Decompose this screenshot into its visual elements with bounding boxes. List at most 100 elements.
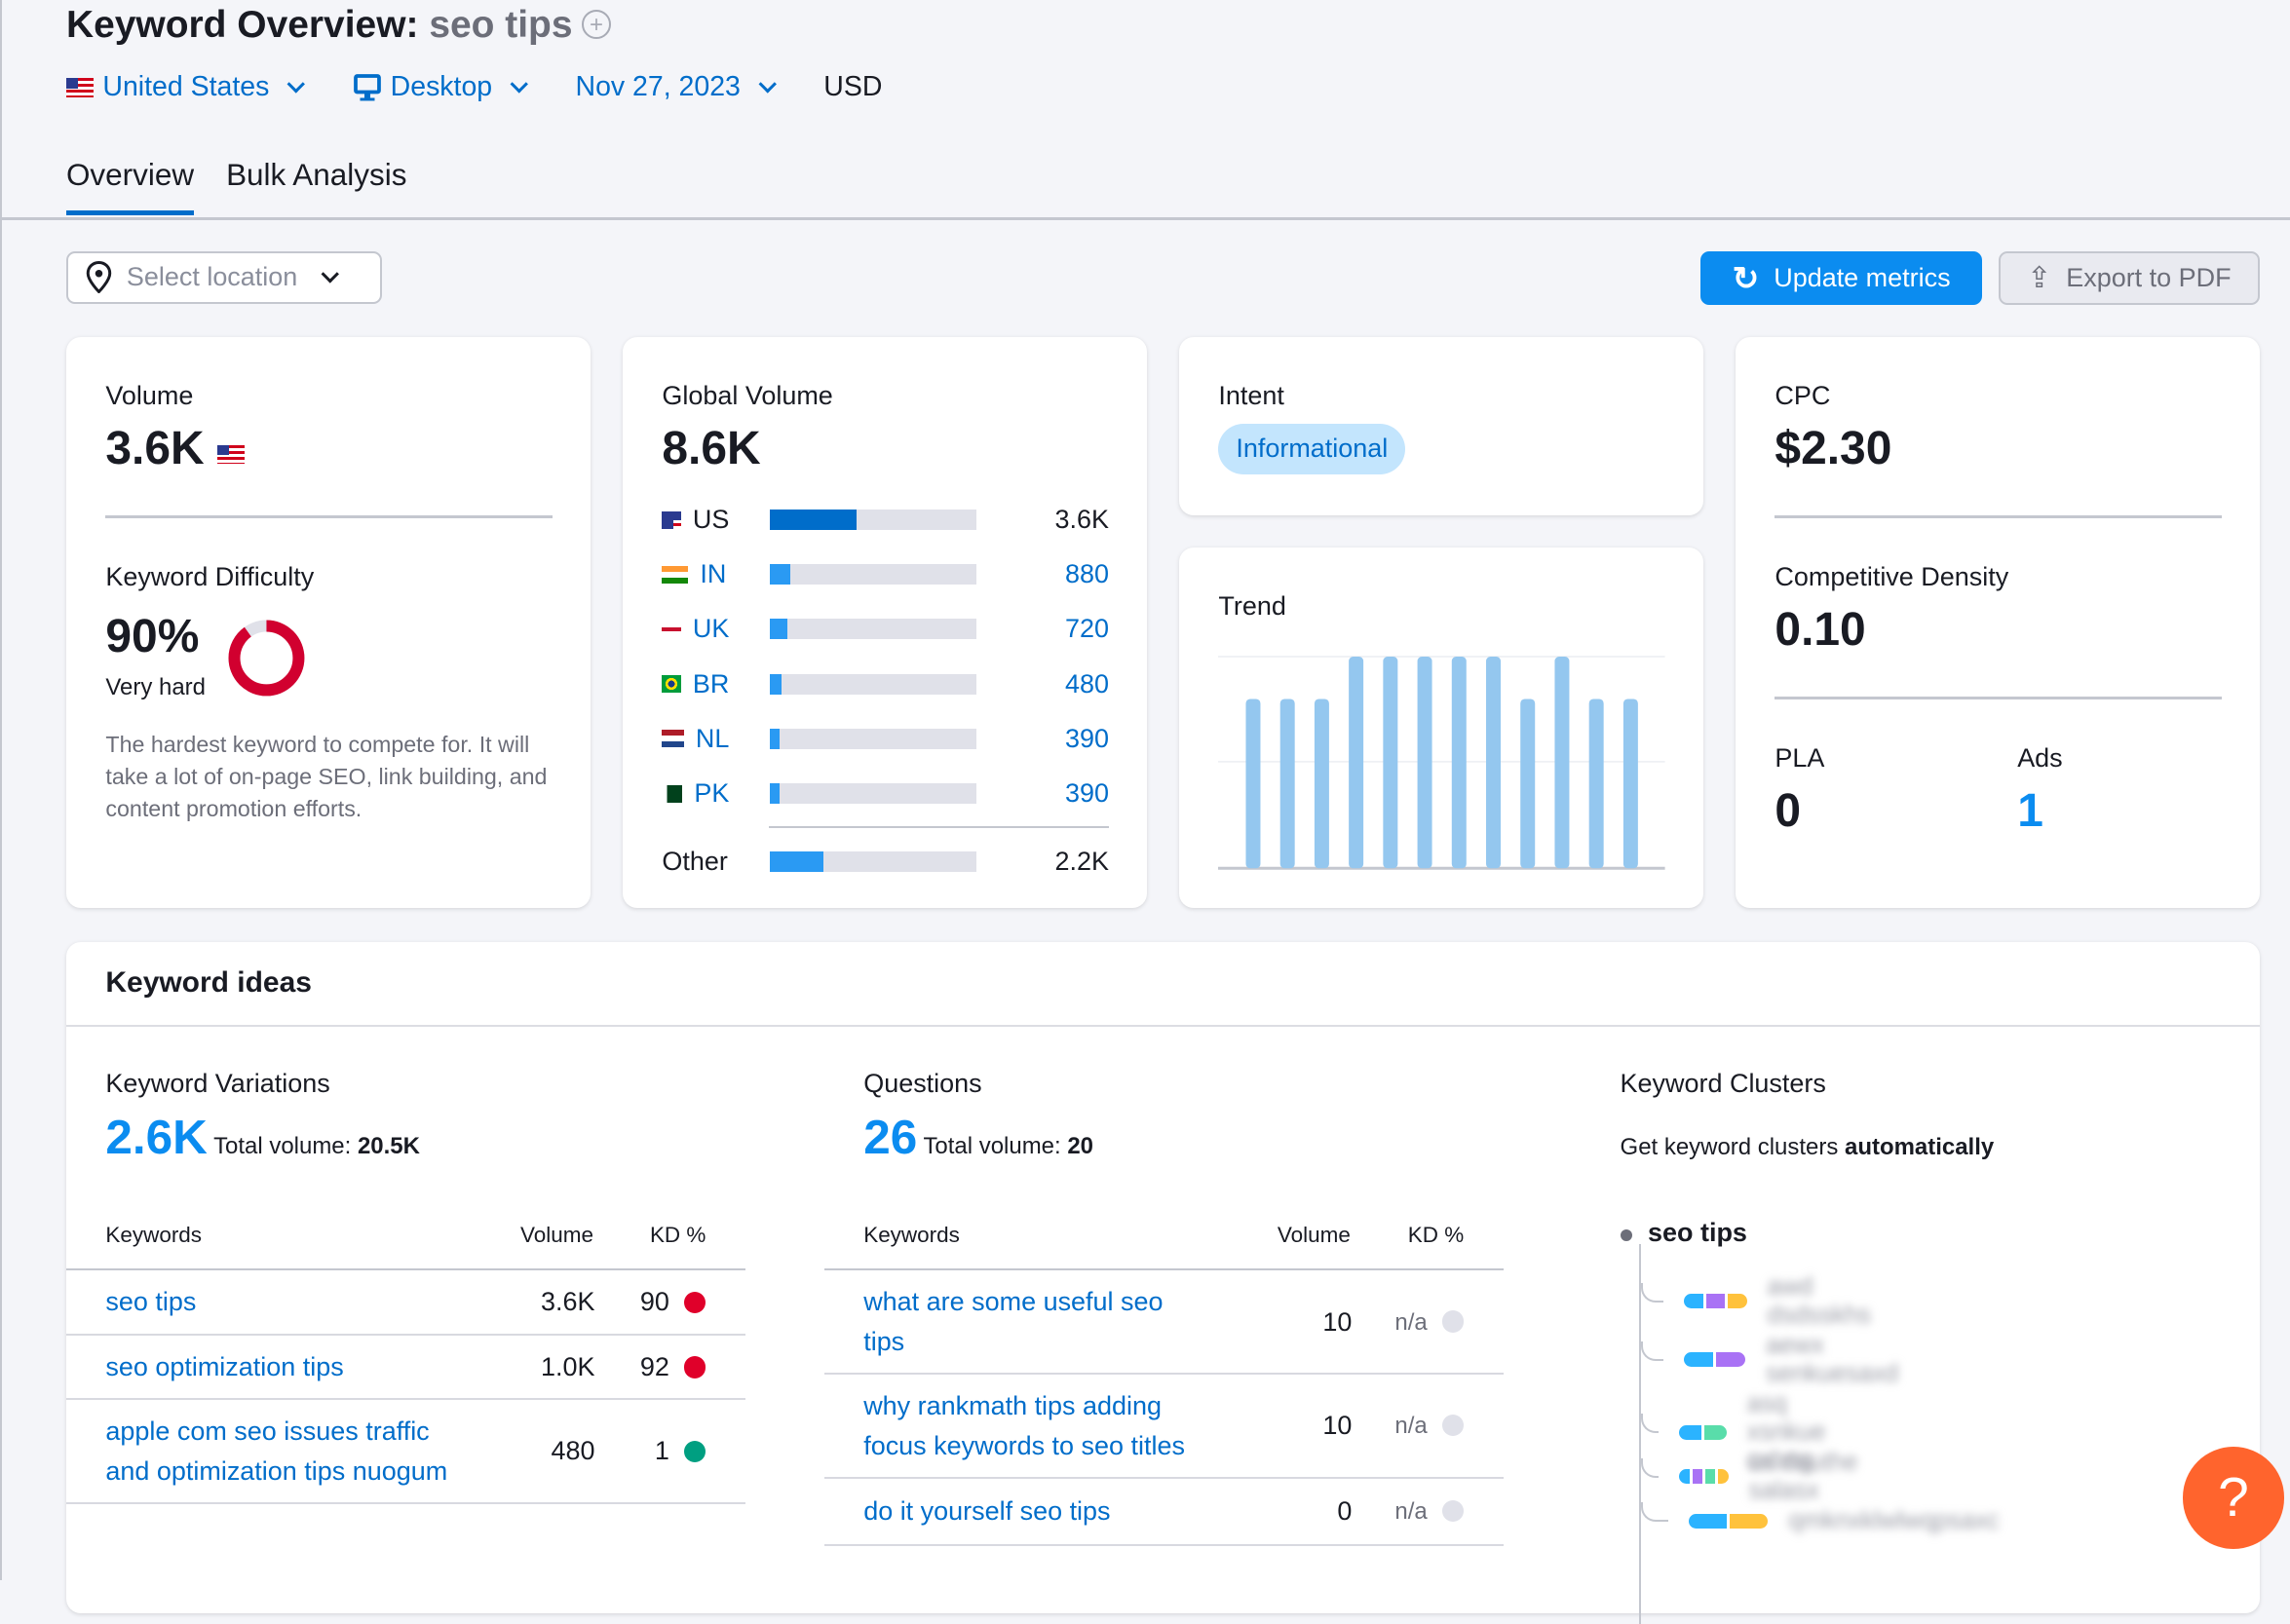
kd-dot-icon xyxy=(1441,1414,1465,1437)
trend-bar[interactable] xyxy=(1623,699,1639,869)
global-volume-value: 8.6K xyxy=(662,423,761,475)
update-metrics-button[interactable]: ↻ Update metrics xyxy=(1699,250,1983,306)
keyword-kd: 92 xyxy=(639,1351,669,1381)
trend-bar[interactable] xyxy=(1520,699,1536,869)
update-label: Update metrics xyxy=(1774,262,1951,292)
country-code: UK xyxy=(662,614,729,644)
intent-segment xyxy=(1678,1424,1701,1440)
cluster-item[interactable]: awd dsdsskhs xyxy=(1640,1273,1892,1330)
table-header: Keywords Volume KD % xyxy=(823,1201,1504,1271)
keyword-link[interactable]: why rankmath tips adding focus keywords … xyxy=(863,1391,1185,1459)
country-row-br[interactable]: BR 480 xyxy=(662,666,1109,701)
country-row-other: Other 2.2K xyxy=(662,844,1109,879)
tree-connector xyxy=(1640,1457,1660,1478)
intent-segment xyxy=(1705,1294,1726,1309)
keyword-link[interactable]: seo optimization tips xyxy=(105,1352,343,1381)
export-pdf-button[interactable]: ⇪ Export to PDF xyxy=(1998,250,2260,306)
cluster-tree: seo tips awd dsdsskhs aewx senkuesaxd asq … xyxy=(1620,1217,2233,1624)
country-row-us[interactable]: US 3.6K xyxy=(662,503,1109,538)
location-select[interactable]: Select location xyxy=(65,250,382,304)
country-volume: 720 xyxy=(1064,614,1109,644)
kd-dot-icon xyxy=(683,1356,706,1379)
col-kd[interactable]: KD % xyxy=(594,1201,745,1271)
cluster-item[interactable]: qmknxklwlwqpsaxc xyxy=(1640,1502,2000,1535)
divider xyxy=(65,1025,2260,1028)
global-volume-card: Global Volume 8.6K US 3.6K IN 880 UK 720 BR 480… xyxy=(622,337,1147,909)
plus-circle-icon[interactable]: + xyxy=(581,9,612,40)
volume-bar-fill xyxy=(770,673,782,695)
keyword-link[interactable]: apple com seo issues traffic and optimiz… xyxy=(105,1416,447,1485)
keyword-link[interactable]: seo tips xyxy=(105,1287,196,1316)
keyword-kd: 90 xyxy=(639,1287,669,1317)
col-volume[interactable]: Volume xyxy=(1238,1201,1353,1271)
col-keywords[interactable]: Keywords xyxy=(823,1201,1239,1271)
volume-value: 3.6K xyxy=(105,422,246,475)
chevron-down-icon xyxy=(321,265,340,284)
country-dropdown[interactable]: United States xyxy=(65,71,306,103)
br-flag-icon xyxy=(662,675,681,694)
cluster-intent-bar xyxy=(1683,1352,1746,1368)
cluster-item[interactable]: as dauthe salasx xyxy=(1640,1449,1865,1505)
tab-bulk-analysis[interactable]: Bulk Analysis xyxy=(226,158,406,215)
country-row-in[interactable]: IN 880 xyxy=(662,557,1109,592)
variations-count[interactable]: 2.6K xyxy=(105,1111,207,1164)
country-row-uk[interactable]: UK 720 xyxy=(662,612,1109,647)
date-dropdown[interactable]: Nov 27, 2023 xyxy=(576,71,778,103)
keyword-ideas-title: Keyword ideas xyxy=(105,966,312,1000)
refresh-icon: ↻ xyxy=(1732,259,1760,296)
trend-bar[interactable] xyxy=(1589,699,1605,869)
country-code: BR xyxy=(662,669,729,699)
divider xyxy=(768,826,1109,829)
divider xyxy=(105,515,553,518)
help-button[interactable]: ? xyxy=(2182,1447,2285,1550)
keyword-volume: 1.0K xyxy=(480,1334,595,1401)
trend-bar[interactable] xyxy=(1486,657,1502,869)
us-flag-icon xyxy=(65,78,95,97)
table-row: apple com seo issues traffic and optimiz… xyxy=(65,1399,745,1505)
country-code-text: NL xyxy=(695,723,730,753)
table-row: seo optimization tips 1.0K 92 xyxy=(65,1334,745,1401)
country-row-pk[interactable]: PK 390 xyxy=(662,776,1109,812)
keyword-link[interactable]: what are some useful seo tips xyxy=(863,1287,1163,1355)
kd-label: Keyword Difficulty xyxy=(105,561,315,591)
trend-bar[interactable] xyxy=(1554,657,1570,869)
intent-segment xyxy=(1718,1469,1729,1485)
variations-title: Keyword Variations xyxy=(105,1069,330,1099)
keyword-kd: n/a xyxy=(1394,1498,1428,1526)
trend-bar[interactable] xyxy=(1245,699,1261,869)
trend-bar[interactable] xyxy=(1452,657,1468,869)
tab-overview[interactable]: Overview xyxy=(65,158,195,215)
ads-value[interactable]: 1 xyxy=(2017,784,2043,838)
upload-icon: ⇪ xyxy=(2027,261,2052,294)
col-volume[interactable]: Volume xyxy=(480,1201,595,1271)
cluster-item[interactable]: aewx senkuesaxd xyxy=(1640,1332,1922,1388)
keyword-kd: n/a xyxy=(1394,1413,1428,1440)
us-flag-icon xyxy=(662,510,681,529)
cluster-root: seo tips xyxy=(1648,1217,1747,1247)
country-code: NL xyxy=(662,724,729,754)
tree-connector xyxy=(1640,1502,1669,1523)
country-row-nl[interactable]: NL 390 xyxy=(662,721,1109,756)
questions-count[interactable]: 26 xyxy=(863,1111,917,1164)
tree-root-dot xyxy=(1620,1228,1632,1241)
trend-bar[interactable] xyxy=(1417,657,1432,869)
other-label: Other xyxy=(662,846,728,876)
trend-bar[interactable] xyxy=(1315,699,1330,869)
keyword-text: seo tips xyxy=(429,4,573,47)
country-code-text: PK xyxy=(694,778,730,809)
col-kd[interactable]: KD % xyxy=(1352,1201,1504,1271)
kd-description: The hardest keyword to compete for. It w… xyxy=(105,731,548,821)
other-value: 2.2K xyxy=(1054,846,1109,876)
trend-bar[interactable] xyxy=(1349,657,1364,869)
trend-bar[interactable] xyxy=(1383,657,1398,869)
kd-donut-fill xyxy=(228,620,305,697)
device-dropdown[interactable]: Desktop xyxy=(353,71,529,103)
tree-connector xyxy=(1640,1282,1664,1303)
col-keywords[interactable]: Keywords xyxy=(65,1201,481,1271)
chevron-down-icon xyxy=(758,75,778,94)
keyword-ideas-card: Keyword ideas Keyword Variations 2.6K To… xyxy=(65,941,2260,1624)
trend-bar[interactable] xyxy=(1280,699,1296,869)
country-label: United States xyxy=(102,71,270,103)
currency-label: USD xyxy=(823,71,883,103)
keyword-link[interactable]: do it yourself seo tips xyxy=(863,1496,1110,1526)
